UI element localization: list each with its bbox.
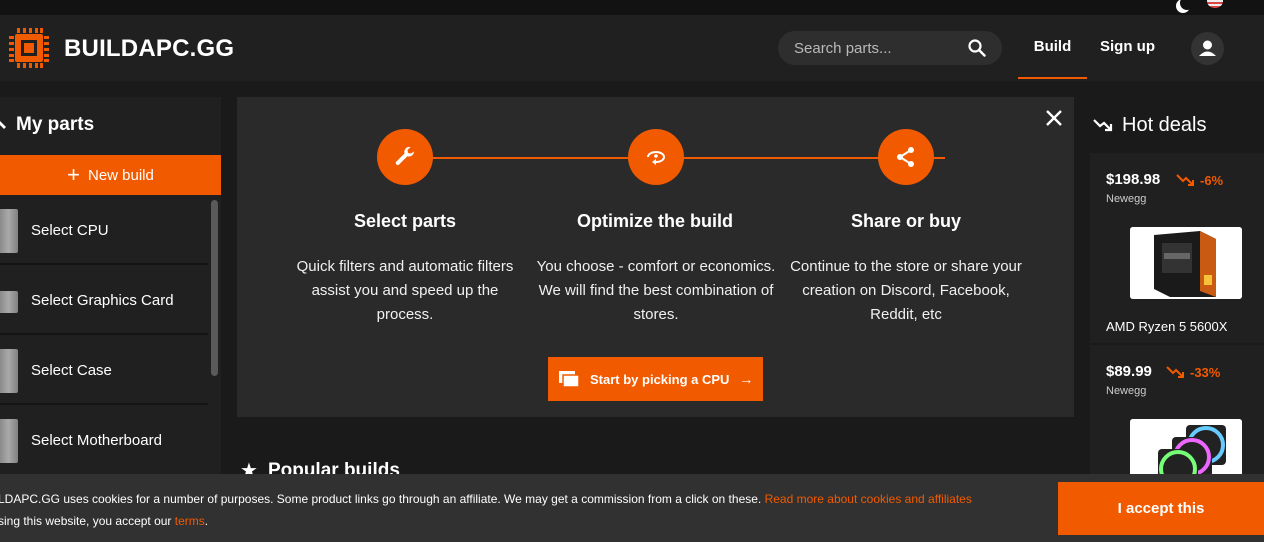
parts-stack-icon xyxy=(559,371,580,388)
arrow-right-icon: → xyxy=(739,371,754,387)
cookie-text-1: LDAPC.GG uses cookies for a number of pu… xyxy=(0,492,765,506)
language-flag-icon[interactable] xyxy=(1207,0,1223,8)
cookie-message: LDAPC.GG uses cookies for a number of pu… xyxy=(0,488,1028,532)
step-3-description: Continue to the store or share your crea… xyxy=(790,258,1022,323)
step-2-title: Optimize the build xyxy=(577,211,733,231)
cpu-thumbnail-icon xyxy=(0,209,18,253)
deal-discount: -33% xyxy=(1190,365,1221,380)
close-icon[interactable] xyxy=(1043,107,1065,129)
onboarding-card: Select parts Optimize the build Share or… xyxy=(237,97,1074,417)
deal-discount: -6% xyxy=(1200,173,1224,188)
dark-mode-icon[interactable] xyxy=(1180,0,1194,10)
search-box xyxy=(778,31,1002,65)
sidebar-item-motherboard[interactable]: Select Motherboard xyxy=(0,407,208,475)
wrench-icon xyxy=(395,146,414,165)
avatar[interactable] xyxy=(1191,32,1224,65)
start-picking-cpu-label: Start by picking a CPU xyxy=(590,371,730,387)
cookie-banner: LDAPC.GG uses cookies for a number of pu… xyxy=(0,474,1264,542)
search-icon[interactable] xyxy=(968,39,986,57)
sidebar-scrollbar[interactable] xyxy=(211,200,218,376)
site-header: BUILDAPC.GG Build Sign up xyxy=(0,15,1264,81)
cookie-line-1: LDAPC.GG uses cookies for a number of pu… xyxy=(0,488,1028,510)
step-1-title: Select parts xyxy=(353,211,457,231)
deal-card-2[interactable]: $89.99 -33% Newegg xyxy=(1090,345,1264,491)
cookie-affiliates-link[interactable]: Read more about cookies and affiliates xyxy=(765,492,972,506)
trending-down-icon xyxy=(1093,119,1113,132)
page: BUILDAPC.GG Build Sign up My parts + New… xyxy=(0,0,1264,542)
accept-cookies-button[interactable]: I accept this xyxy=(1058,482,1264,535)
step-1-description: Quick filters and automatic filters assi… xyxy=(296,258,514,323)
search-input[interactable] xyxy=(778,31,958,65)
motherboard-thumbnail-icon xyxy=(0,419,18,463)
new-build-label: New build xyxy=(87,166,154,184)
deal-product-name: AMD Ryzen 5 5600X xyxy=(1106,319,1228,334)
deal-store: Newegg xyxy=(1106,385,1147,397)
cookie-text-3: . xyxy=(204,514,209,528)
cookie-text-2: sing this website, you accept our xyxy=(0,514,175,528)
step-3-title: Share or buy xyxy=(850,211,962,231)
plus-icon: + xyxy=(67,162,80,187)
logo-chip-icon[interactable] xyxy=(8,27,50,69)
optimize-icon xyxy=(647,151,665,165)
wrench-small-icon xyxy=(0,121,6,129)
step-2-description: You choose - comfort or economics. We wi… xyxy=(536,258,776,323)
sidebar-item-cpu[interactable]: Select CPU xyxy=(0,197,208,265)
price-drop-icon xyxy=(1166,366,1184,378)
sidebar-title: My parts xyxy=(16,114,95,135)
deal-card-1[interactable]: $198.98 -6% Newegg AMD Ryzen 5 5600X xyxy=(1090,153,1264,343)
sidebar-item-label: Select Graphics Card xyxy=(31,292,174,309)
top-strip xyxy=(0,0,1264,15)
gpu-thumbnail-icon xyxy=(0,291,18,313)
cookie-line-2: sing this website, you accept our terms. xyxy=(0,510,1028,532)
deal-store: Newegg xyxy=(1106,193,1147,205)
deal-product-image xyxy=(1130,227,1242,299)
cpu-box-icon xyxy=(1130,227,1242,299)
my-parts-panel: My parts + New build Select CPU Select G… xyxy=(0,97,221,477)
step-3-badge xyxy=(878,129,934,185)
hot-deals-panel: Hot deals $198.98 -6% Newegg AMD Ryzen 5 xyxy=(1090,97,1264,491)
sidebar-item-label: Select Motherboard xyxy=(31,432,162,449)
cookie-terms-link[interactable]: terms xyxy=(175,514,205,528)
sidebar-item-label: Select Case xyxy=(31,362,112,379)
nav-build-tab[interactable]: Build xyxy=(1018,15,1087,79)
start-picking-cpu-button[interactable]: Start by picking a CPU → xyxy=(548,357,763,401)
price-drop-icon xyxy=(1176,174,1194,186)
user-icon xyxy=(1199,40,1216,56)
logo-text[interactable]: BUILDAPC.GG xyxy=(64,35,234,63)
deal-price: $198.98 xyxy=(1106,171,1161,188)
nav-signup-link[interactable]: Sign up xyxy=(1100,15,1155,79)
step-1-badge xyxy=(377,129,433,185)
step-2-badge xyxy=(628,129,684,185)
deal-price: $89.99 xyxy=(1106,363,1152,380)
sidebar-item-graphics-card[interactable]: Select Graphics Card xyxy=(0,267,208,335)
share-icon xyxy=(897,147,914,167)
new-build-button[interactable]: + New build xyxy=(0,155,221,195)
sidebar-item-label: Select CPU xyxy=(31,222,109,239)
case-thumbnail-icon xyxy=(0,349,18,393)
sidebar-item-case[interactable]: Select Case xyxy=(0,337,208,405)
hot-deals-title: Hot deals xyxy=(1122,114,1207,136)
